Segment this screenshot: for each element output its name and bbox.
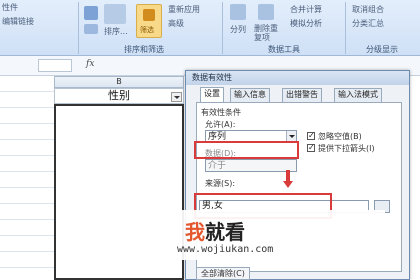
consolidate-button[interactable]: 合并计算: [290, 4, 322, 15]
watermark-logo: 我就看: [185, 216, 245, 245]
advanced-filter-button[interactable]: 高级: [168, 18, 184, 29]
fx-icon[interactable]: fx: [86, 59, 94, 69]
sort-button[interactable]: 排序...: [104, 26, 128, 37]
in-cell-dropdown-checkbox[interactable]: ✓: [307, 144, 315, 152]
ribbon: 性件 编辑链接 排序... 筛选 重新应用 高级 分列 删除重复项 合并计算 模…: [0, 0, 420, 56]
group-label-sort-filter: 排序和筛选: [124, 45, 164, 54]
ribbon-separator: [345, 2, 346, 54]
watermark-logo-accent: 我: [185, 220, 205, 244]
tab-ime-mode[interactable]: 输入法模式: [334, 88, 382, 102]
tab-input-message[interactable]: 输入信息: [230, 88, 270, 102]
watermark-logo-text: 就看: [205, 220, 245, 244]
sort-az-icon[interactable]: [84, 6, 98, 20]
what-if-analysis-button[interactable]: 模拟分析: [290, 18, 322, 29]
remove-duplicates-button[interactable]: 删除重复项: [254, 24, 284, 42]
clear-all-button[interactable]: 全部清除(C): [196, 267, 250, 280]
remove-duplicates-icon: [258, 4, 274, 20]
allow-label: 允许(A):: [205, 120, 236, 129]
autofilter-dropdown-icon[interactable]: [171, 92, 182, 102]
row-grid: [0, 76, 54, 280]
data-select-value: 介于: [208, 161, 227, 171]
group-label-outline: 分级显示: [366, 45, 398, 54]
filter-label: 筛选: [140, 26, 154, 34]
in-cell-dropdown-label: 提供下拉箭头(I): [318, 144, 375, 153]
watermark: 我就看 www.wojiukan.com: [125, 210, 385, 260]
header-cell[interactable]: 性别: [54, 88, 184, 104]
ungroup-button[interactable]: 取消组合: [352, 4, 384, 15]
tab-settings[interactable]: 设置: [200, 87, 224, 102]
ignore-blank-checkbox[interactable]: ✓: [307, 132, 315, 140]
source-label: 来源(S):: [205, 179, 236, 188]
sort-icon[interactable]: [104, 4, 126, 24]
filter-button[interactable]: 筛选: [136, 4, 162, 38]
allow-highlight: [194, 141, 299, 159]
dialog-title: 数据有效性: [186, 71, 409, 85]
sort-za-icon[interactable]: [84, 24, 98, 34]
ignore-blank-label: 忽略空值(B): [318, 132, 362, 141]
section-label: 有效性条件: [201, 108, 241, 117]
watermark-url: www.wojiukan.com: [177, 244, 274, 255]
split-column-icon: [230, 4, 246, 20]
ribbon-separator: [78, 2, 79, 54]
column-header-b[interactable]: B: [54, 76, 184, 88]
ribbon-item-properties[interactable]: 性件: [2, 2, 18, 13]
ribbon-separator: [222, 2, 223, 54]
ribbon-item-edit-links[interactable]: 编辑链接: [2, 16, 34, 27]
subtotal-button[interactable]: 分类汇总: [352, 18, 384, 29]
text-to-columns-button[interactable]: 分列: [230, 24, 246, 35]
group-label-data-tools: 数据工具: [268, 45, 300, 54]
reapply-button[interactable]: 重新应用: [168, 4, 200, 15]
red-arrow-icon: [283, 170, 293, 188]
funnel-icon: [143, 9, 155, 21]
name-box[interactable]: [38, 59, 72, 72]
tab-error-alert[interactable]: 出错警告: [282, 88, 322, 102]
